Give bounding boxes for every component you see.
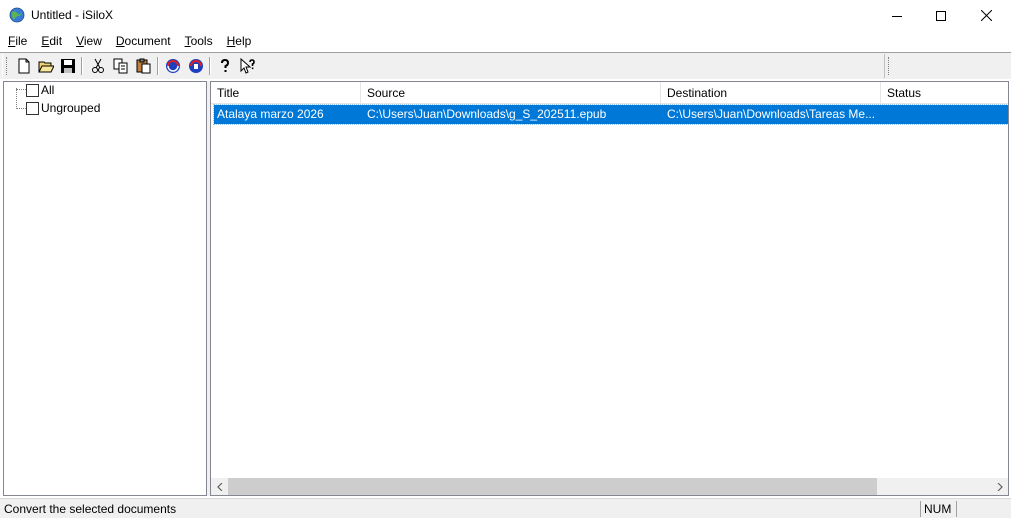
- menu-edit[interactable]: Edit: [41, 31, 68, 51]
- maximize-icon: [936, 10, 946, 21]
- status-bar: Convert the selected documents NUM: [0, 498, 1011, 518]
- horizontal-scrollbar[interactable]: [211, 478, 1008, 495]
- scroll-left-button[interactable]: [211, 478, 228, 495]
- toolbar-separator: [157, 57, 159, 75]
- toolbar-area: [0, 52, 1011, 79]
- tree-connector: [16, 89, 26, 90]
- menu-tools[interactable]: Tools: [185, 31, 219, 51]
- save-button[interactable]: [58, 56, 78, 76]
- cell-title: Atalaya marzo 2026: [217, 107, 324, 121]
- menu-document[interactable]: Document: [116, 31, 177, 51]
- new-button[interactable]: [14, 56, 34, 76]
- scroll-right-button[interactable]: [991, 478, 1008, 495]
- menu-help[interactable]: Help: [227, 31, 258, 51]
- paste-button[interactable]: [134, 56, 154, 76]
- tree-item-ungrouped[interactable]: Ungrouped: [26, 100, 100, 116]
- minimize-button[interactable]: [874, 0, 920, 31]
- menu-file[interactable]: File: [8, 31, 33, 51]
- toolbar-grip[interactable]: [888, 57, 890, 75]
- toolbar: [2, 54, 878, 78]
- toolbar-separator: [81, 57, 83, 75]
- column-header-title[interactable]: Title: [211, 82, 361, 104]
- convert-all-icon: [189, 59, 203, 73]
- checkbox-ungrouped[interactable]: [26, 101, 39, 115]
- help-button[interactable]: [215, 56, 235, 76]
- open-icon: [38, 61, 54, 73]
- scroll-thumb[interactable]: [228, 478, 877, 495]
- close-icon: [980, 10, 992, 21]
- tree-item-all[interactable]: All: [26, 82, 54, 98]
- checkbox-all[interactable]: [26, 83, 39, 97]
- convert-icon: [166, 59, 180, 73]
- tree-item-label: Ungrouped: [41, 101, 101, 115]
- status-message: Convert the selected documents: [4, 502, 177, 516]
- title-bar[interactable]: Untitled - iSiloX: [0, 0, 1011, 31]
- toolbar-separator: [209, 57, 211, 75]
- group-tree[interactable]: All Ungrouped: [3, 81, 207, 496]
- tree-connector: [16, 108, 26, 109]
- menu-bar: File Edit View Document Tools Help: [0, 31, 1011, 51]
- toolbar-empty-band: [884, 54, 1011, 78]
- tree-item-label: All: [41, 83, 55, 97]
- save-icon: [61, 59, 75, 73]
- open-button[interactable]: [36, 56, 56, 76]
- cut-button[interactable]: [88, 56, 108, 76]
- window-title: Untitled - iSiloX: [31, 8, 114, 22]
- list-header: Title Source Destination Status: [211, 82, 1008, 104]
- column-header-destination[interactable]: Destination: [661, 82, 881, 104]
- tree-connector: [16, 88, 17, 109]
- copy-icon: [113, 58, 128, 74]
- cut-icon: [92, 58, 104, 73]
- context-help-icon: [240, 58, 255, 74]
- paste-icon: [136, 58, 151, 74]
- isilox-globe-icon: [9, 7, 25, 23]
- table-row[interactable]: Atalaya marzo 2026 C:\Users\Juan\Downloa…: [213, 104, 1008, 125]
- toolbar-grip[interactable]: [6, 57, 8, 75]
- document-list[interactable]: Title Source Destination Status Atalaya …: [210, 81, 1009, 496]
- copy-button[interactable]: [111, 56, 131, 76]
- chevron-right-icon: [997, 482, 1003, 491]
- status-divider: [956, 501, 957, 517]
- help-icon: [221, 58, 230, 72]
- cell-source: C:\Users\Juan\Downloads\g_S_202511.epub: [367, 107, 607, 121]
- chevron-left-icon: [216, 482, 222, 491]
- minimize-icon: [892, 15, 902, 17]
- convert-button[interactable]: [163, 56, 183, 76]
- menu-view[interactable]: View: [76, 31, 108, 51]
- convert-all-button[interactable]: [186, 56, 206, 76]
- cell-status: [884, 105, 1008, 124]
- context-help-button[interactable]: [238, 56, 258, 76]
- maximize-button[interactable]: [918, 0, 964, 31]
- num-lock-indicator: NUM: [924, 502, 952, 516]
- status-divider: [920, 501, 921, 517]
- column-header-status[interactable]: Status: [881, 82, 1008, 104]
- column-header-source[interactable]: Source: [361, 82, 661, 104]
- cell-destination: C:\Users\Juan\Downloads\Tareas Me...: [667, 107, 876, 121]
- new-icon: [18, 58, 30, 74]
- close-button[interactable]: [963, 0, 1009, 31]
